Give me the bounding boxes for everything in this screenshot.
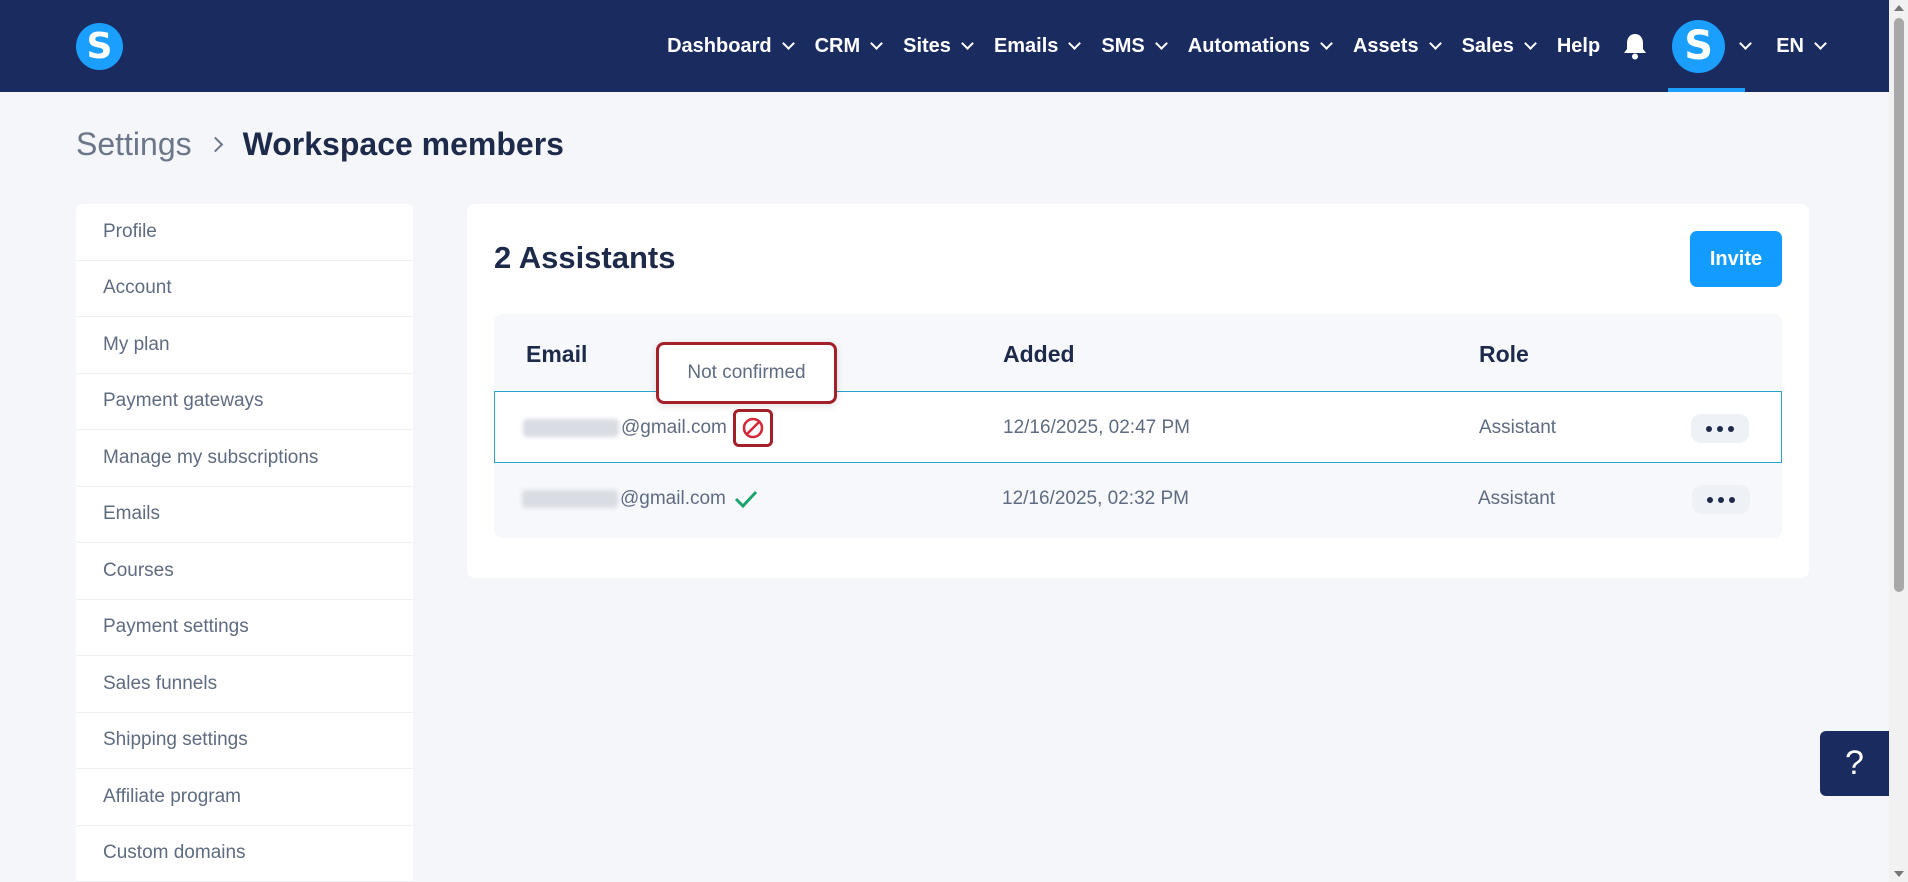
role-cell: Assistant [1478,488,1556,509]
nav-emails[interactable]: Emails [993,34,1082,58]
more-dots-icon [1729,496,1735,503]
language-select[interactable]: EN [1776,34,1827,58]
nav-sales-label: Sales [1461,34,1514,57]
nav-dashboard-label: Dashboard [667,34,772,57]
nav-automations[interactable]: Automations [1187,34,1333,58]
sidebar-item-custom-domains[interactable]: Custom domains [76,826,413,882]
sidebar-item-my-plan[interactable]: My plan [76,317,413,374]
added-cell: 12/16/2025, 02:32 PM [1002,488,1189,509]
sidebar-item-account[interactable]: Account [76,261,413,317]
settings-sidebar: Profile Account My plan Payment gateways… [76,204,413,882]
active-indicator [1668,88,1746,92]
chevron-down-icon [1814,36,1827,50]
nav-help[interactable]: Help [1557,35,1600,58]
nav-dashboard[interactable]: Dashboard [667,34,795,58]
column-header-role: Role [1479,341,1529,367]
scrollbar-thumb[interactable] [1894,18,1904,592]
sidebar-item-emails[interactable]: Emails [76,487,413,543]
nav-assets-label: Assets [1352,34,1419,57]
user-menu[interactable]: S [1668,0,1754,92]
page-title: Workspace members [242,126,564,162]
more-dots-icon [1717,425,1723,432]
sidebar-item-shipping-settings[interactable]: Shipping settings [76,713,413,769]
nav-crm[interactable]: CRM [814,34,883,58]
chevron-down-icon [1320,36,1333,50]
breadcrumb: Settings Workspace members [76,126,564,163]
nav-sites-label: Sites [903,34,951,57]
email-cell: @gmail.com [522,463,758,535]
nav-sites[interactable]: Sites [903,34,974,58]
chevron-down-icon [781,36,795,50]
confirmed-check-icon [734,489,758,509]
more-dots-icon [1718,496,1724,503]
column-header-email: Email [526,341,588,367]
app-logo[interactable]: S [76,23,123,70]
more-dots-icon [1706,425,1712,432]
column-header-added: Added [1003,341,1075,367]
scroll-up-arrow-icon[interactable] [1894,5,1904,11]
invite-button[interactable]: Invite [1690,231,1782,287]
nav-automations-label: Automations [1187,34,1310,57]
nav-sms-label: SMS [1101,34,1145,57]
avatar: S [1672,19,1726,73]
row-actions-button[interactable] [1692,485,1750,514]
chevron-down-icon [1523,36,1537,50]
chevron-down-icon [1739,36,1753,50]
row-actions-button[interactable] [1691,414,1749,443]
chevron-down-icon [961,36,974,50]
not-confirmed-tooltip: Not confirmed [656,342,837,404]
main-nav: Dashboard CRM Sites Emails SMS Automatio… [645,0,1827,92]
email-domain: @gmail.com [620,488,726,509]
email-username-redacted [523,419,619,437]
sidebar-item-courses[interactable]: Courses [76,543,413,600]
not-confirmed-icon[interactable] [732,409,773,447]
nav-sms[interactable]: SMS [1101,34,1168,58]
chevron-down-icon [870,36,883,50]
sidebar-item-manage-subscriptions[interactable]: Manage my subscriptions [76,430,413,487]
email-username-redacted [522,490,618,508]
sidebar-item-affiliate-program[interactable]: Affiliate program [76,769,413,826]
table-row[interactable]: @gmail.com 12/16/2025, 02:32 PM Assistan… [494,463,1782,535]
nav-help-label: Help [1556,34,1601,57]
nav-emails-label: Emails [993,34,1059,57]
more-dots-icon [1728,425,1734,432]
chevron-down-icon [1068,36,1082,50]
page-scrollbar[interactable] [1889,0,1908,882]
nav-sales[interactable]: Sales [1461,34,1537,58]
top-navbar: S Dashboard CRM Sites Emails SMS Automat… [0,0,1889,92]
members-count-title: 2 Assistants [494,240,676,275]
scroll-down-arrow-icon[interactable] [1894,871,1904,877]
more-dots-icon [1707,496,1713,503]
nav-crm-label: CRM [814,34,861,57]
nav-assets[interactable]: Assets [1352,34,1442,58]
chevron-down-icon [1154,36,1168,50]
help-widget-button[interactable]: ? [1820,731,1889,796]
sidebar-item-sales-funnels[interactable]: Sales funnels [76,656,413,713]
breadcrumb-settings[interactable]: Settings [76,126,192,163]
role-cell: Assistant [1479,417,1557,438]
chevron-right-icon [207,136,223,153]
chevron-down-icon [1428,36,1442,50]
sidebar-item-profile[interactable]: Profile [76,204,413,261]
email-domain: @gmail.com [621,417,727,438]
sidebar-item-payment-gateways[interactable]: Payment gateways [76,374,413,430]
added-cell: 12/16/2025, 02:47 PM [1003,417,1190,438]
sidebar-item-payment-settings[interactable]: Payment settings [76,600,413,656]
language-label: EN [1776,34,1804,57]
bell-icon[interactable] [1622,32,1648,60]
